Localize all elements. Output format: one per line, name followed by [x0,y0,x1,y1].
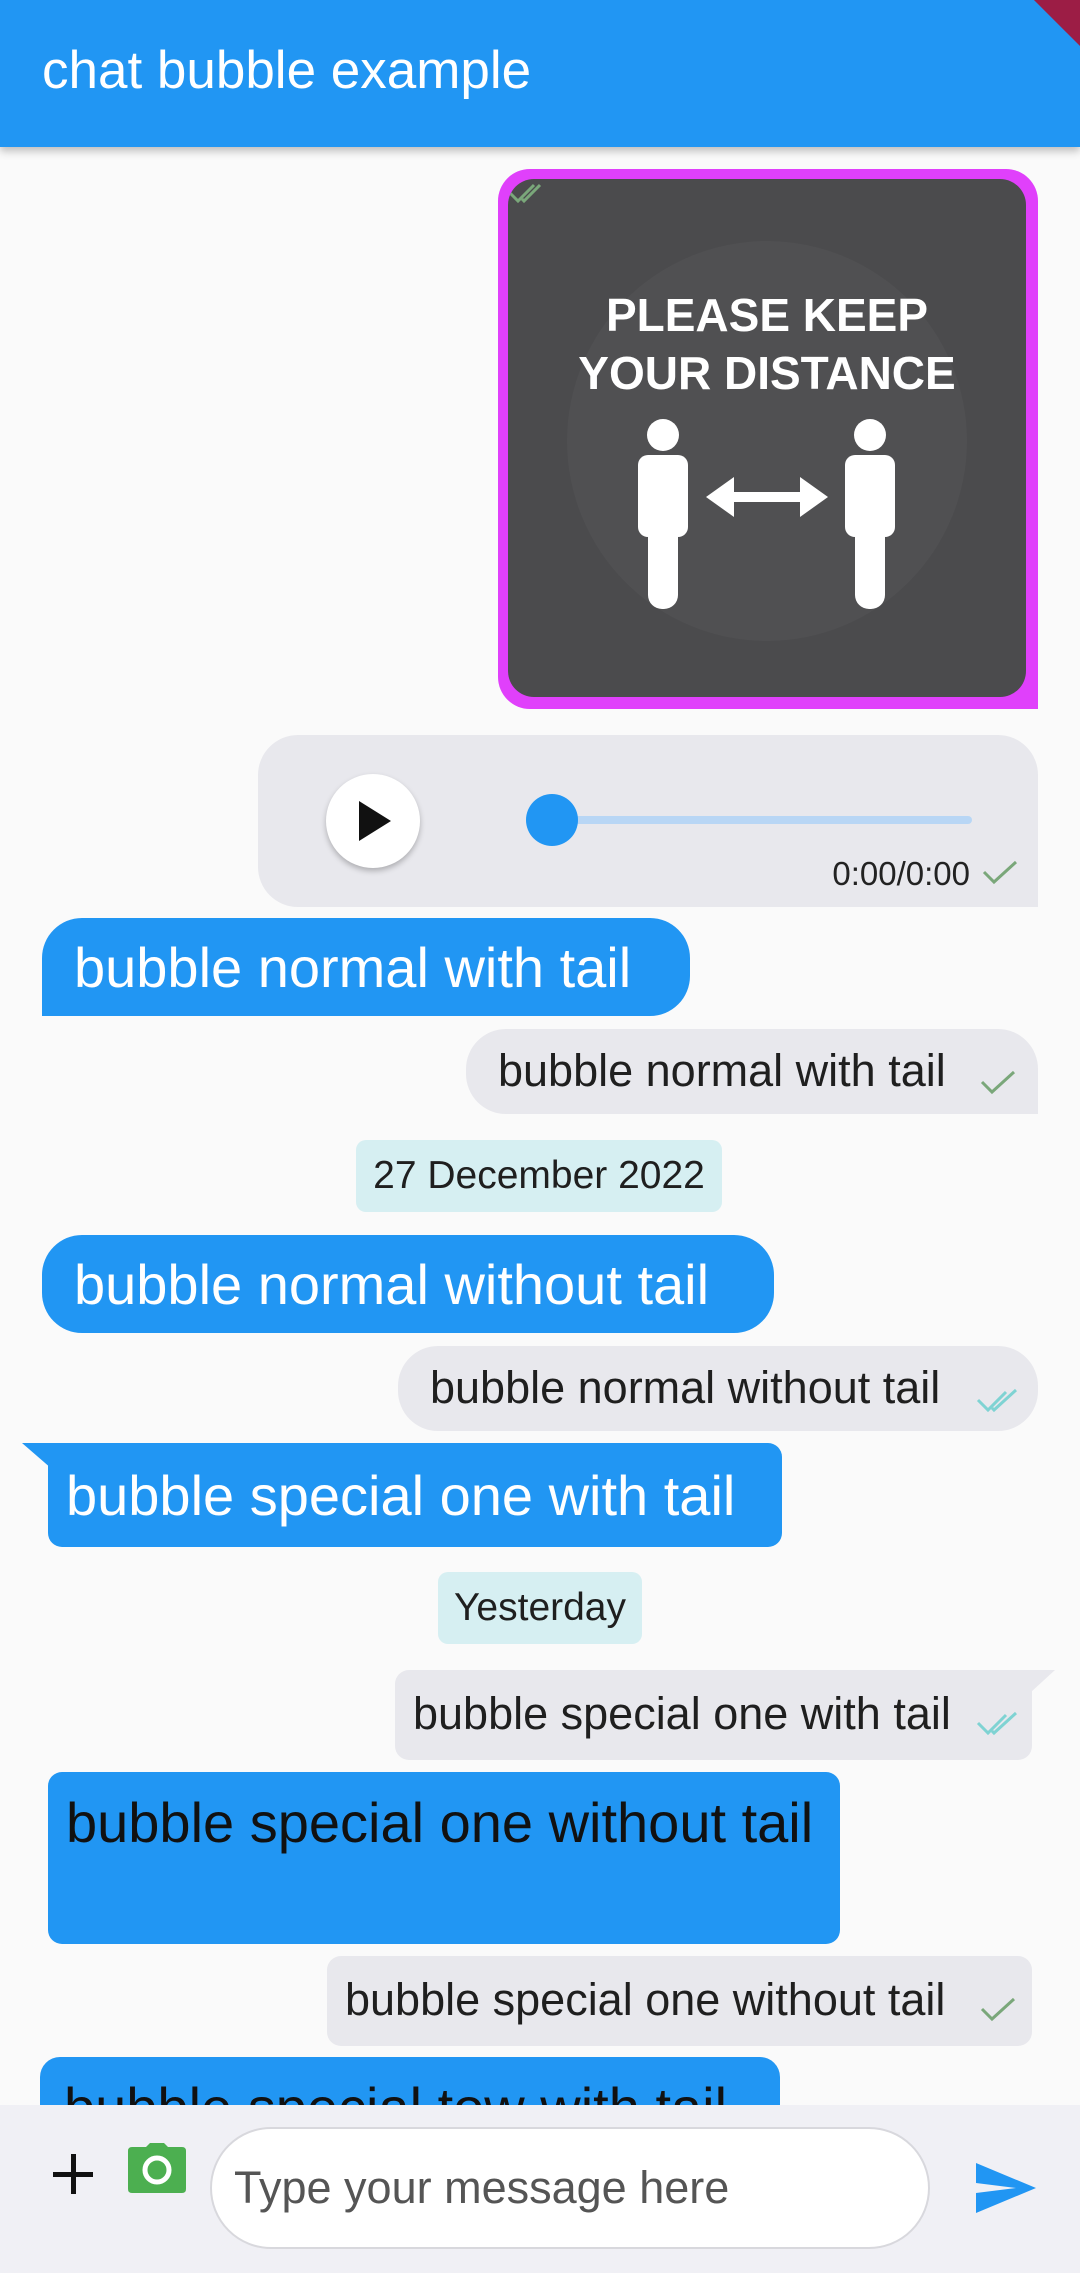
audio-progress-track[interactable] [552,816,972,824]
audio-message-bubble: 0:00/0:00 [258,735,1038,907]
check-icon [980,1997,1016,2022]
audio-time: 0:00/0:00 [832,855,970,892]
message-bubble-right[interactable]: bubble special one without tail [327,1956,1032,2046]
image-text-line2: YOUR DISTANCE [578,347,955,399]
distance-image: PLEASE KEEP YOUR DISTANCE [508,179,1026,697]
image-text-line1: PLEASE KEEP [606,289,928,341]
message-bubble-right[interactable]: bubble normal without tail [398,1346,1038,1431]
double-check-icon [976,1711,1018,1736]
send-icon[interactable] [976,2163,1036,2213]
image-message-bubble[interactable]: PLEASE KEEP YOUR DISTANCE [498,169,1038,709]
message-text: bubble special one with tail [66,1464,736,1527]
message-input-bar [0,2105,1080,2273]
message-text: bubble special tow with tail [64,2076,727,2105]
check-icon [980,1070,1016,1095]
message-text: bubble normal with tail [498,1045,946,1096]
message-text: bubble normal without tail [430,1362,941,1413]
message-text: bubble normal without tail [74,1253,710,1316]
bubble-tail [1031,1670,1055,1692]
message-bubble-left[interactable]: bubble special one without tail [48,1772,840,1944]
app-title: chat bubble example [42,41,532,100]
message-text: bubble normal with tail [74,936,632,999]
plus-icon[interactable] [50,2151,96,2197]
message-bubble-left[interactable]: bubble normal with tail [42,918,690,1016]
date-chip: 27 December 2022 [356,1140,722,1212]
message-bubble-right[interactable]: bubble normal with tail [466,1029,1038,1114]
debug-banner [999,0,1080,73]
camera-icon[interactable] [128,2143,186,2193]
double-check-icon [508,183,542,204]
chat-list[interactable]: PLEASE KEEP YOUR DISTANCE 0:00/0:00 bubb… [0,147,1080,2105]
message-text: bubble special one without tail [66,1791,814,1854]
message-bubble-left[interactable]: bubble special one with tail [48,1443,782,1547]
double-check-icon [976,1388,1018,1413]
message-text: bubble special one with tail [413,1688,951,1739]
message-bubble-left[interactable]: bubble normal without tail [42,1235,774,1333]
message-input[interactable] [210,2127,930,2249]
check-icon [982,860,1018,885]
message-bubble-left[interactable]: bubble special tow with tail [40,2057,780,2105]
play-button[interactable] [326,774,420,868]
app-bar: chat bubble example [0,0,1080,147]
play-icon [359,801,391,841]
message-text: bubble special one without tail [345,1974,946,2025]
message-bubble-right[interactable]: bubble special one with tail [395,1670,1032,1760]
date-chip: Yesterday [438,1572,642,1644]
audio-progress-thumb[interactable] [526,794,578,846]
